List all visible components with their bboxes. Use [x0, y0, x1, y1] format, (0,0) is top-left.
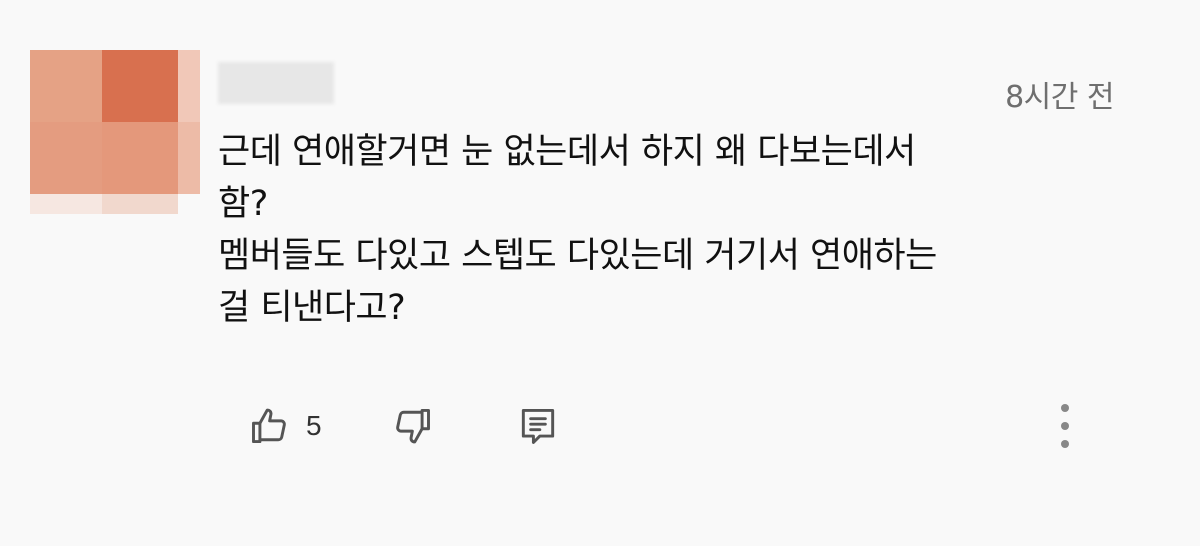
author-name-redacted	[218, 62, 334, 104]
avatar-pixel	[178, 50, 200, 122]
comment-timestamp: 8시간 전	[1005, 80, 1114, 115]
avatar-pixel	[30, 50, 102, 122]
comment-card: 8시간 전 근데 연애할거면 눈 없는데서 하지 왜 다보는데서 함? 멤버들도…	[0, 0, 1200, 546]
comment-icon	[516, 404, 560, 448]
avatar-pixel	[102, 194, 178, 214]
avatar-pixel	[30, 122, 102, 194]
like-count: 5	[306, 410, 322, 441]
avatar-pixel	[102, 50, 178, 122]
comment-line: 함?	[218, 184, 268, 224]
reply-button[interactable]	[516, 398, 560, 454]
avatar-pixel	[30, 194, 102, 214]
thumbs-up-icon	[248, 404, 292, 448]
comment-actions: 5	[0, 398, 1200, 458]
avatar-pixel	[178, 122, 200, 194]
avatar-pixel	[102, 122, 178, 194]
dislike-button[interactable]	[390, 398, 434, 454]
like-button[interactable]: 5	[248, 398, 322, 454]
more-options-button[interactable]	[1050, 398, 1080, 454]
comment-line: 멤버들도 다있고 스텝도 다있는데 거기서 연애하는	[218, 236, 937, 276]
comment-line: 근데 연애할거면 눈 없는데서 하지 왜 다보는데서	[218, 132, 916, 172]
comment-text: 근데 연애할거면 눈 없는데서 하지 왜 다보는데서 함? 멤버들도 다있고 스…	[218, 126, 1118, 334]
avatar[interactable]	[30, 50, 200, 220]
thumbs-down-icon	[390, 404, 434, 448]
comment-line: 걸 티낸다고?	[218, 288, 406, 328]
more-vertical-icon	[1057, 401, 1073, 451]
